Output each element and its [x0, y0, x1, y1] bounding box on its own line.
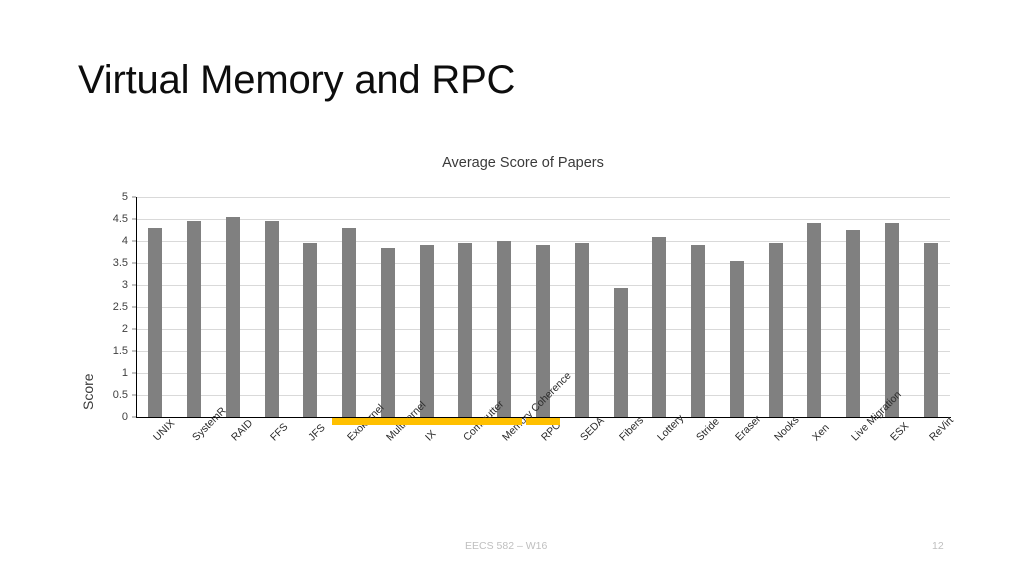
bar — [148, 227, 163, 417]
x-tick-label: SEDA — [577, 414, 607, 444]
bar — [807, 223, 822, 417]
bar — [264, 221, 279, 417]
bar — [923, 243, 938, 417]
bar — [419, 245, 434, 417]
bar — [884, 223, 899, 417]
y-tick-label: 3 — [121, 279, 128, 291]
y-tick-label: 2 — [121, 323, 128, 335]
chart-title: Average Score of Papers — [442, 155, 604, 171]
bar — [458, 243, 473, 417]
bar — [187, 221, 202, 417]
highlight-underline — [331, 418, 522, 425]
x-tick-label: ESX — [887, 420, 912, 444]
x-tick-label: RAID — [228, 417, 256, 444]
gridline — [136, 219, 950, 220]
bar — [380, 247, 395, 417]
x-tick-label: FFS — [267, 420, 291, 444]
bar — [691, 245, 706, 417]
footer-page-number: 12 — [932, 540, 944, 552]
bar — [303, 243, 318, 417]
y-tick-label: 3.5 — [112, 257, 128, 269]
plot-area — [136, 197, 950, 417]
y-tick-label: 0.5 — [112, 389, 128, 401]
bar — [846, 230, 861, 417]
highlight-underline — [525, 418, 561, 425]
bar — [574, 243, 589, 417]
x-tick-label: Fibers — [616, 414, 646, 444]
bar — [225, 216, 240, 417]
x-tick-label: UNIX — [151, 417, 178, 444]
x-tick-label: Nooks — [771, 413, 802, 444]
slide: Virtual Memory and RPC Average Score of … — [0, 0, 1024, 576]
x-tick-label: ReVirt — [926, 414, 956, 444]
y-tick-label: 5 — [121, 191, 128, 203]
gridline — [136, 241, 950, 242]
y-tick-label: 1 — [121, 367, 128, 379]
x-tick-label: IX — [422, 427, 439, 444]
bar — [613, 288, 628, 417]
bar-chart: Average Score of Papers Score 5 4.5 4 3.5 3 2… — [80, 155, 958, 505]
y-tick-label: 1.5 — [112, 345, 128, 357]
x-axis-labels: UNIXSystemRRAIDFFSJFSExokernelMultikerne… — [136, 370, 955, 531]
bar — [497, 241, 512, 417]
y-tick-label: 4 — [121, 235, 128, 247]
y-axis-ticks: 5 4.5 4 3.5 3 2.5 2 1.5 1 0.5 0 — [88, 191, 136, 423]
y-axis-line — [136, 197, 137, 418]
bar — [729, 260, 744, 417]
x-tick-label: Xen — [810, 421, 833, 444]
page-title: Virtual Memory and RPC — [78, 58, 516, 102]
bar — [768, 243, 783, 417]
x-tick-label: JFS — [306, 421, 329, 444]
footer-course-label: EECS 582 – W16 — [465, 540, 548, 552]
y-tick-label: 4.5 — [112, 213, 128, 225]
x-tick-label: Stride — [694, 415, 722, 444]
y-tick-label: 0 — [121, 411, 128, 423]
y-tick-label: 2.5 — [112, 301, 128, 313]
bar — [652, 236, 667, 417]
bar — [342, 227, 357, 417]
gridline — [136, 197, 950, 198]
